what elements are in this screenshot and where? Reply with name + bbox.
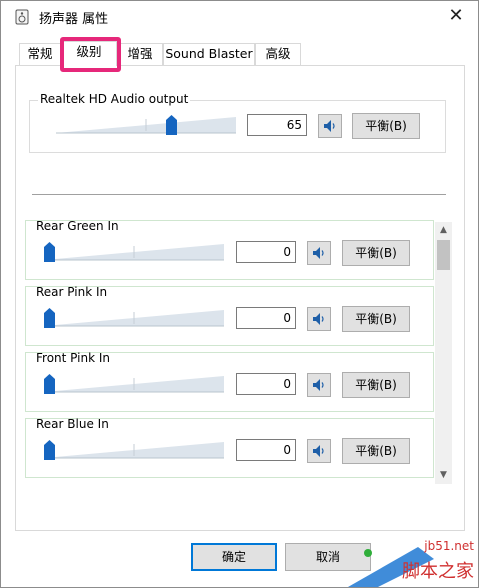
speaker-icon [313, 247, 324, 259]
input-label: Rear Green In [36, 220, 119, 233]
rear-green-slider[interactable] [44, 242, 224, 262]
slider-ticks [133, 378, 135, 390]
tab-levels[interactable]: 级别 [61, 41, 117, 66]
main-volume-value[interactable]: 65 [247, 114, 307, 136]
speaker-icon [324, 120, 335, 132]
rear-blue-balance-button[interactable]: 平衡(B) [342, 438, 410, 464]
slider-ticks [133, 246, 135, 258]
scroll-down-icon[interactable]: ▼ [435, 467, 452, 484]
title-bar: 扬声器 属性 ✕ [1, 1, 478, 31]
tab-enhancements[interactable]: 增强 [117, 43, 163, 65]
slider-ticks [145, 119, 147, 131]
input-label: Rear Blue In [36, 417, 109, 431]
input-list-scrollbar[interactable]: ▲ ▼ [435, 222, 452, 484]
speaker-device-icon [15, 9, 29, 25]
speaker-icon [313, 379, 324, 391]
rear-blue-value[interactable]: 0 [236, 439, 296, 461]
rear-pink-slider[interactable] [44, 308, 224, 328]
watermark-site: jb51.net [424, 539, 474, 553]
rear-blue-slider[interactable] [44, 440, 224, 460]
window-title: 扬声器 属性 [39, 12, 109, 27]
tab-general[interactable]: 常规 [19, 43, 61, 65]
speaker-icon [313, 313, 324, 325]
list-item-rear-pink-in: Rear Pink In 0 平衡(B) [25, 285, 434, 346]
front-pink-mute-button[interactable] [307, 373, 331, 397]
main-output-group: Realtek HD Audio output 65 平衡(B) [29, 92, 446, 153]
tab-advanced[interactable]: 高级 [255, 43, 301, 65]
rear-green-balance-button[interactable]: 平衡(B) [342, 240, 410, 266]
front-pink-balance-button[interactable]: 平衡(B) [342, 372, 410, 398]
input-list: Rear Green In 0 平衡(B) Rear Pink In 0 平衡(… [25, 220, 450, 484]
main-mute-button[interactable] [318, 114, 342, 138]
slider-thumb[interactable] [44, 308, 55, 328]
slider-thumb[interactable] [44, 440, 55, 460]
rear-pink-value[interactable]: 0 [236, 307, 296, 329]
rear-pink-balance-button[interactable]: 平衡(B) [342, 306, 410, 332]
main-balance-button[interactable]: 平衡(B) [352, 113, 420, 139]
main-volume-slider[interactable] [56, 115, 236, 135]
front-pink-value[interactable]: 0 [236, 373, 296, 395]
section-divider [32, 194, 446, 195]
input-label: Front Pink In [36, 351, 110, 365]
watermark-name: 脚本之家 [402, 561, 474, 582]
slider-thumb[interactable] [166, 115, 177, 135]
input-label: Rear Pink In [36, 285, 108, 299]
properties-window: 扬声器 属性 ✕ 常规 级别 增强 Sound Blaster 高级 Realt… [0, 0, 479, 588]
rear-blue-mute-button[interactable] [307, 439, 331, 463]
tab-sound-blaster[interactable]: Sound Blaster [163, 43, 255, 65]
site-watermark: jb51.net 脚本之家 [338, 525, 478, 587]
slider-ticks [133, 312, 135, 324]
rear-green-mute-button[interactable] [307, 241, 331, 265]
slider-thumb[interactable] [44, 374, 55, 394]
main-output-label: Realtek HD Audio output [38, 92, 191, 106]
slider-thumb[interactable] [44, 242, 55, 262]
rear-green-value[interactable]: 0 [236, 241, 296, 263]
rear-pink-mute-button[interactable] [307, 307, 331, 331]
scroll-thumb[interactable] [437, 240, 450, 270]
levels-panel: Realtek HD Audio output 65 平衡(B) Rear Gr… [15, 65, 465, 531]
ok-button[interactable]: 确定 [191, 543, 277, 571]
list-item-rear-green-in: Rear Green In 0 平衡(B) [25, 220, 434, 280]
scroll-up-icon[interactable]: ▲ [435, 222, 452, 239]
speaker-icon [313, 445, 324, 457]
list-item-front-pink-in: Front Pink In 0 平衡(B) [25, 351, 434, 412]
tab-bar: 常规 级别 增强 Sound Blaster 高级 [1, 31, 478, 66]
front-pink-slider[interactable] [44, 374, 224, 394]
close-button[interactable]: ✕ [444, 5, 468, 27]
list-item-rear-blue-in: Rear Blue In 0 平衡(B) [25, 417, 434, 478]
slider-ticks [133, 444, 135, 456]
